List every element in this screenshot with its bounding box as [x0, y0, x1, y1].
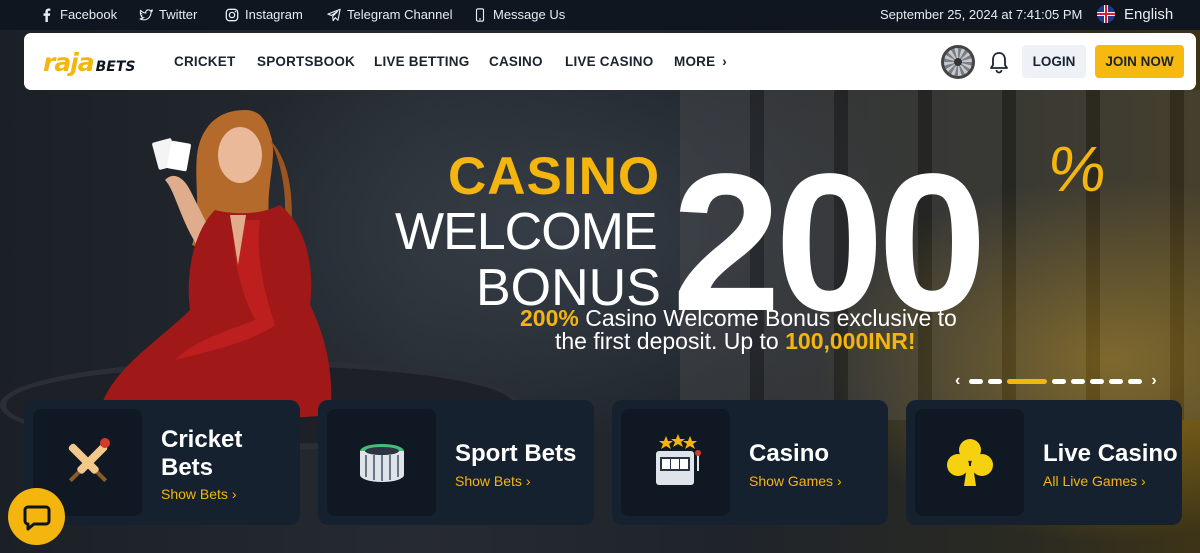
nav-item-more[interactable]: MORE › [674, 54, 727, 69]
slider-prev-arrow-icon[interactable]: ‹ [955, 372, 960, 390]
language-selector[interactable]: English [1097, 5, 1173, 23]
phone-icon [475, 7, 485, 22]
current-datetime: September 25, 2024 at 7:41:05 PM [880, 7, 1083, 22]
message-us-link[interactable]: Message Us [473, 7, 565, 22]
show-bets-link[interactable]: Show Bets › [161, 486, 237, 502]
rajabets-logo[interactable]: raja BETS [43, 48, 136, 77]
nav-item-live-casino[interactable]: LIVE CASINO [565, 54, 653, 69]
all-live-games-link[interactable]: All Live Games › [1043, 473, 1146, 489]
club-icon [946, 438, 993, 486]
facebook-icon [43, 7, 51, 22]
hero-subtitle-line2: the first deposit. Up to 100,000INR! [555, 328, 916, 354]
twitter-icon [139, 8, 153, 20]
telegram-icon [327, 8, 341, 21]
facebook-link[interactable]: Facebook [40, 7, 117, 22]
twitter-link[interactable]: Twitter [139, 7, 197, 22]
show-bets-link[interactable]: Show Bets › [455, 473, 531, 489]
card-title-cricket: Cricket Bets [161, 426, 243, 481]
cricket-bats-icon [68, 437, 110, 482]
slider-dot[interactable] [1090, 378, 1105, 384]
hero-title-casino: CASINO [448, 147, 661, 206]
category-card-cricket[interactable]: Cricket Bets Show Bets › [24, 400, 300, 525]
slider-next-arrow-icon[interactable]: › [1151, 372, 1156, 390]
chevron-right-icon: › [231, 486, 237, 502]
nav-item-sportsbook[interactable]: SPORTSBOOK [257, 54, 355, 69]
instagram-icon [225, 8, 239, 21]
fortune-wheel-icon[interactable] [941, 45, 975, 79]
chat-bubble-icon [23, 505, 50, 530]
nav-item-live-betting[interactable]: LIVE BETTING [374, 54, 469, 69]
language-label: English [1124, 5, 1174, 23]
category-card-casino[interactable]: Casino Show Games › [612, 400, 888, 525]
card-title-sport-bets: Sport Bets [455, 440, 577, 467]
hero-title-welcome: WELCOME [395, 203, 658, 261]
card-title-live-casino: Live Casino [1043, 440, 1178, 467]
chevron-right-icon: › [525, 473, 531, 489]
notification-bell-icon[interactable] [988, 50, 1010, 74]
stadium-icon [359, 443, 404, 482]
uk-flag-icon [1097, 5, 1115, 23]
slider-pagination: ‹ › [955, 372, 1157, 390]
card-title-casino: Casino [749, 440, 830, 467]
nav-item-cricket[interactable]: CRICKET [174, 54, 235, 69]
telegram-link[interactable]: Telegram Channel [327, 7, 453, 22]
category-card-live-casino[interactable]: Live Casino All Live Games › [906, 400, 1182, 525]
slider-dot[interactable] [1109, 378, 1124, 384]
chevron-right-icon: › [722, 54, 727, 69]
slider-dot[interactable] [1128, 378, 1143, 384]
top-bar: Facebook Twitter Instagram Telegram Chan… [0, 0, 1200, 30]
slider-dot[interactable] [969, 378, 984, 384]
slot-machine-icon [655, 433, 701, 485]
login-button[interactable]: LOGIN [1022, 45, 1086, 78]
chevron-right-icon: › [836, 473, 842, 489]
category-card-sport-bets[interactable]: Sport Bets Show Bets › [318, 400, 594, 525]
woman-with-cards-image [100, 110, 332, 421]
main-navigation: raja BETS CRICKET SPORTSBOOK LIVE BETTIN… [24, 33, 1196, 90]
slider-dot[interactable] [1007, 378, 1048, 384]
chevron-right-icon: › [1141, 473, 1146, 489]
nav-item-casino[interactable]: CASINO [489, 54, 543, 69]
hero-percent-sign: % [1045, 133, 1110, 205]
join-now-button[interactable]: JOIN NOW [1095, 45, 1184, 78]
slider-dot[interactable] [988, 378, 1003, 384]
slider-dot[interactable] [1052, 378, 1067, 384]
instagram-link[interactable]: Instagram [225, 7, 303, 22]
slider-dot[interactable] [1071, 378, 1086, 384]
show-games-link[interactable]: Show Games › [749, 473, 842, 489]
live-chat-button[interactable] [8, 488, 65, 545]
